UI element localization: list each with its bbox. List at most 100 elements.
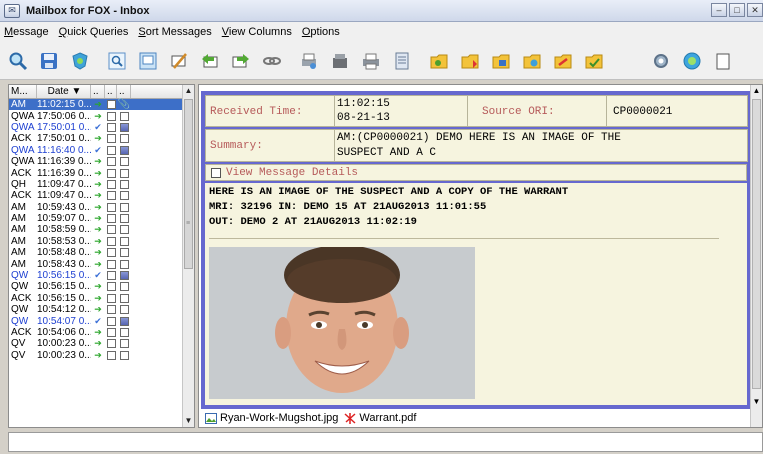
link-icon[interactable] [260,49,284,73]
select-checkbox[interactable] [106,248,116,258]
suspect-photo[interactable] [209,247,475,399]
scroll-down-arrow-icon[interactable]: ▼ [751,397,762,409]
message-date: 10:59:43 0... [37,201,91,213]
list-item[interactable]: QWA 17:50:01 0... ✔ [9,122,184,133]
column-header-check[interactable]: .. [105,85,117,98]
export-icon[interactable] [390,49,414,73]
column-header-date[interactable]: Date ▼ [37,85,91,98]
list-item[interactable]: AM 10:59:43 0... ➔ [9,202,184,213]
priority-flag-icon [119,122,129,132]
menu-message[interactable]: Message [4,26,49,38]
folder-f-icon[interactable] [582,49,606,73]
attachment-image[interactable]: Ryan-Work-Mugshot.jpg [205,412,338,424]
select-checkbox[interactable] [106,168,116,178]
select-checkbox[interactable] [106,282,116,292]
list-item[interactable]: QWA 11:16:39 0... ➔ [9,156,184,167]
list-item[interactable]: QWA 17:50:06 0... ➔ [9,110,184,122]
minimize-button[interactable]: – [711,3,727,17]
folder-e-icon[interactable] [551,49,575,73]
priority-flag-icon [119,202,129,212]
select-checkbox[interactable] [106,259,116,269]
list-item[interactable]: ACK 17:50:01 0... ➔ [9,133,184,144]
select-checkbox[interactable] [106,271,116,281]
view-details-checkbox[interactable] [211,168,221,178]
find-icon[interactable] [105,49,129,73]
list-item[interactable]: ACK 11:09:47 0... ➔ [9,190,184,201]
select-checkbox[interactable] [106,100,116,110]
select-checkbox[interactable] [106,145,116,155]
scroll-down-arrow-icon[interactable]: ▼ [183,415,194,427]
list-item[interactable]: QW 10:54:12 0... ➔ [9,304,184,315]
select-checkbox[interactable] [106,305,116,315]
scroll-up-arrow-icon[interactable]: ▲ [751,85,762,97]
detail-scrollbar[interactable]: ▲ ▼ [750,85,762,427]
select-checkbox[interactable] [106,179,116,189]
select-checkbox[interactable] [106,111,116,121]
column-header-status[interactable]: .. [91,85,105,98]
select-checkbox[interactable] [106,316,116,326]
print-preview-icon[interactable] [297,49,321,73]
attachment-name[interactable]: Ryan-Work-Mugshot.jpg [220,412,338,424]
window-title: Mailbox for FOX - Inbox [26,4,150,17]
list-item[interactable]: QV 10:00:23 0... ➔ [9,350,184,361]
list-item[interactable]: AM 10:58:48 0... ➔ [9,247,184,258]
list-item[interactable]: QW 10:56:15 0... ➔ [9,281,184,292]
select-checkbox[interactable] [106,157,116,167]
menu-quick-queries[interactable]: Quick Queries [59,26,129,38]
view-icon[interactable] [136,49,160,73]
print-icon[interactable] [359,49,383,73]
folder-d-icon[interactable] [520,49,544,73]
folder-b-icon[interactable] [458,49,482,73]
settings-icon[interactable] [649,49,673,73]
menu-sort-messages[interactable]: Sort Messages [138,26,211,38]
select-checkbox[interactable] [106,225,116,235]
select-checkbox[interactable] [106,202,116,212]
compose-icon[interactable] [167,49,191,73]
list-item[interactable]: AM 10:58:59 0... ➔ [9,224,184,235]
shield-icon[interactable] [68,49,92,73]
folder-c-icon[interactable] [489,49,513,73]
select-checkbox[interactable] [106,236,116,246]
view-details-label[interactable]: View Message Details [226,167,358,179]
window-icon[interactable] [711,49,735,73]
scroll-thumb[interactable] [184,99,193,269]
folder-a-icon[interactable] [427,49,451,73]
forward-icon[interactable] [229,49,253,73]
help-icon[interactable] [680,49,704,73]
attachment-name[interactable]: Warrant.pdf [359,412,416,424]
list-item[interactable]: ACK 11:16:39 0... ➔ [9,167,184,179]
select-checkbox[interactable] [106,328,116,337]
search-icon[interactable] [6,49,30,73]
column-header-type[interactable]: M... [9,85,37,98]
list-item[interactable]: QW 10:56:15 0... ✔ [9,270,184,281]
list-scrollbar[interactable]: ▲ ≡ ▼ [182,85,194,427]
list-item[interactable]: ACK 10:56:15 0... ➔ [9,293,184,304]
menu-options[interactable]: Options [302,26,340,38]
select-checkbox[interactable] [106,339,116,349]
column-header-flag[interactable]: .. [117,85,131,98]
attachment-pdf[interactable]: Warrant.pdf [344,412,416,424]
list-item[interactable]: QH 11:09:47 0... ➔ [9,179,184,190]
select-checkbox[interactable] [106,122,116,132]
list-item[interactable]: AM 10:58:43 0... ➔ [9,258,184,270]
archive-icon[interactable] [328,49,352,73]
scroll-up-arrow-icon[interactable]: ▲ [183,85,194,97]
reply-icon[interactable] [198,49,222,73]
maximize-button[interactable]: □ [729,3,745,17]
select-checkbox[interactable] [106,191,116,201]
save-icon[interactable] [37,49,61,73]
select-checkbox[interactable] [106,214,116,224]
list-item[interactable]: QV 10:00:23 0... ➔ [9,338,184,349]
select-checkbox[interactable] [106,293,116,303]
list-item[interactable]: AM 10:58:53 0... ➔ [9,236,184,247]
list-item[interactable]: QW 10:54:07 0... ✔ [9,315,184,327]
select-checkbox[interactable] [106,134,116,144]
list-item[interactable]: AM 10:59:07 0... ➔ [9,213,184,224]
menu-view-columns[interactable]: View Columns [222,26,292,38]
close-button[interactable]: ✕ [747,3,763,17]
list-item[interactable]: QWA 11:16:40 0... ✔ [9,145,184,156]
select-checkbox[interactable] [106,350,116,360]
list-item[interactable]: ACK 10:54:06 0... ➔ [9,327,184,338]
list-item[interactable]: AM 11:02:15 0... ➔ 📎 [9,99,184,111]
scroll-thumb[interactable] [752,99,761,389]
